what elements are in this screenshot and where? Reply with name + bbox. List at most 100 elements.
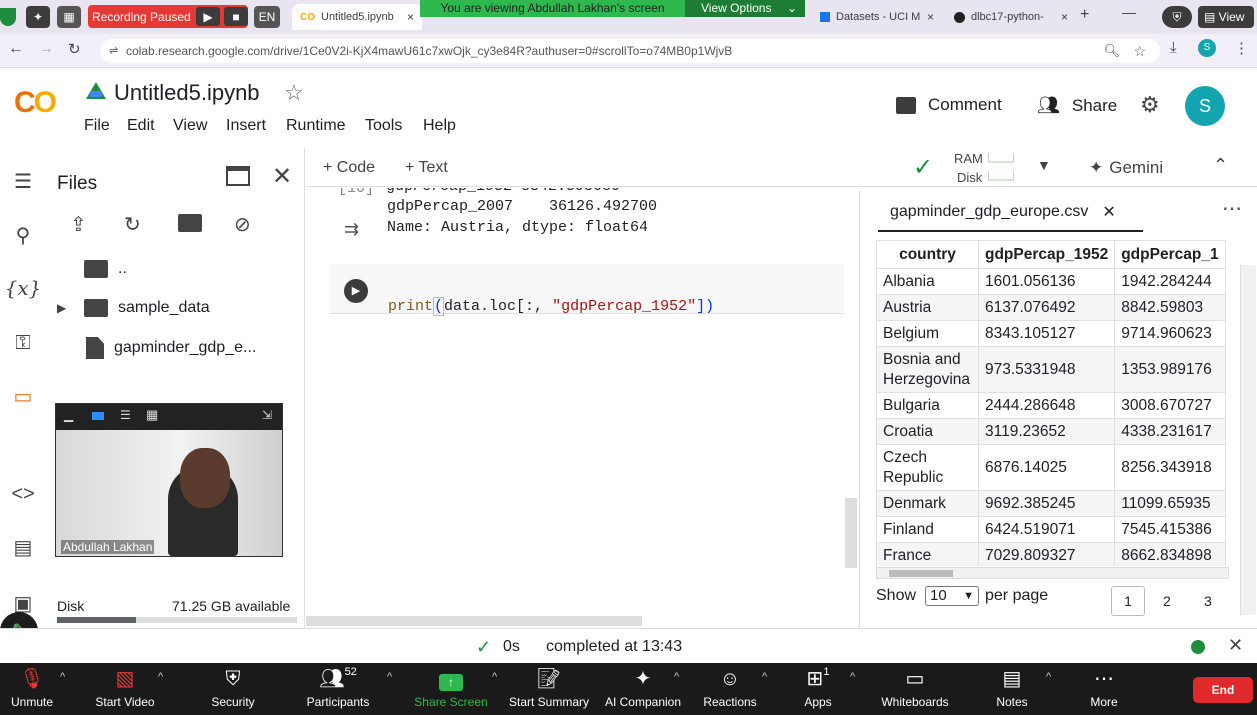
table-row[interactable]: Bulgaria 2444.286648 3008.670727 <box>876 392 1226 419</box>
minimize-icon[interactable]: ▁ <box>64 408 73 422</box>
per-page-select[interactable]: 10 ▼ <box>925 586 979 606</box>
end-meeting-button[interactable]: End <box>1193 677 1253 703</box>
notebook-horizontal-scrollbar[interactable] <box>306 616 642 626</box>
csv-tab[interactable]: gapminder_gdp_europe.csv ✕ <box>890 202 1116 222</box>
view-button[interactable]: ▤ View <box>1198 6 1254 28</box>
share-screen-button[interactable]: ↑ Share Screen <box>414 663 488 715</box>
add-text-button[interactable]: + Text <box>405 159 448 177</box>
table-row[interactable]: Albania 1601.056136 1942.284244 <box>876 268 1226 295</box>
run-cell-button[interactable]: ▶ <box>344 279 368 303</box>
tab-datasets[interactable]: Datasets - UCI M × <box>812 4 942 30</box>
colab-logo[interactable]: CO <box>14 86 57 120</box>
close-icon[interactable]: × <box>407 10 414 24</box>
tab-github[interactable]: dlbc17-python- × <box>946 4 1076 30</box>
chevron-up-icon[interactable]: ^ <box>158 671 163 683</box>
table-row[interactable]: Finland 6424.519071 7545.415386 <box>876 516 1226 543</box>
menu-insert[interactable]: Insert <box>226 117 266 135</box>
table-row[interactable]: Belgium 8343.105127 9714.960623 <box>876 320 1226 347</box>
speaker-view-icon[interactable] <box>92 412 104 420</box>
settings-gear-icon[interactable]: ⚙ <box>1140 92 1160 118</box>
strip-view-icon[interactable]: ☰ <box>120 408 131 422</box>
command-palette-icon[interactable]: ▤ <box>10 534 36 560</box>
chevron-up-icon[interactable]: ^ <box>60 671 65 683</box>
minimize-icon[interactable]: — <box>1122 4 1136 20</box>
reactions-button[interactable]: ☺ Reactions <box>700 663 760 715</box>
column-header[interactable]: gdpPercap_1952 <box>977 240 1116 269</box>
open-in-tab-icon[interactable] <box>226 166 250 186</box>
apps-button[interactable]: ⊞1 Apps <box>800 663 836 715</box>
stop-icon[interactable]: ■ <box>224 7 248 26</box>
csv-panel-scrollbar[interactable] <box>1240 265 1256 615</box>
table-row[interactable]: Czech Republic 6876.14025 8256.343918 <box>876 444 1226 491</box>
table-of-contents-icon[interactable]: ☰ <box>10 168 36 194</box>
new-tab-icon[interactable]: + <box>1080 6 1089 24</box>
close-icon[interactable]: ✕ <box>272 162 292 191</box>
menu-view[interactable]: View <box>173 117 207 135</box>
search-icon[interactable]: ⚲ <box>10 222 36 248</box>
reload-icon[interactable]: ↻ <box>68 40 81 58</box>
start-video-button[interactable]: ▧ Start Video <box>92 663 158 715</box>
mount-drive-icon[interactable] <box>178 214 202 232</box>
table-row[interactable]: Austria 6137.076492 8842.59803 <box>876 294 1226 321</box>
gemini-button[interactable]: ✦ Gemini <box>1089 158 1163 178</box>
code-cell[interactable]: ▶ print(data.loc[:, "gdpPercap_1952"]) <box>330 264 844 316</box>
menu-tools[interactable]: Tools <box>365 117 402 135</box>
add-code-button[interactable]: + Code <box>323 159 375 177</box>
column-header[interactable]: country <box>876 240 979 269</box>
more-options-icon[interactable]: ⋯ <box>1222 196 1242 221</box>
page-button-2[interactable]: 2 <box>1163 593 1171 609</box>
refresh-icon[interactable]: ↻ <box>124 212 141 237</box>
output-actions-icon[interactable]: ⇉ <box>344 219 359 240</box>
star-icon[interactable]: ☆ <box>284 80 304 106</box>
forward-icon[interactable]: → <box>38 40 54 58</box>
menu-runtime[interactable]: Runtime <box>286 117 346 135</box>
security-button[interactable]: ⛨ Security <box>208 663 258 715</box>
participants-button[interactable]: 👥︎52 Participants <box>302 663 374 715</box>
browser-menu-icon[interactable]: ⋮ <box>1234 39 1249 57</box>
language-button[interactable]: EN <box>254 6 280 28</box>
close-icon[interactable]: × <box>1061 10 1068 24</box>
menu-help[interactable]: Help <box>423 117 456 135</box>
more-button[interactable]: ⋯ More <box>1086 663 1122 715</box>
table-scrollbar-track[interactable] <box>876 567 1229 579</box>
chevron-up-icon[interactable]: ^ <box>387 671 392 683</box>
notebook-title[interactable]: Untitled5.ipynb <box>114 80 260 106</box>
files-folder-icon[interactable]: ▭ <box>10 383 36 409</box>
variables-icon[interactable]: {x} <box>5 275 42 301</box>
chevron-up-icon[interactable]: ^ <box>674 671 679 683</box>
table-row[interactable]: Denmark 9692.385245 11099.65935 <box>876 490 1226 517</box>
upload-file-icon[interactable]: ⇪ <box>70 212 87 237</box>
user-avatar[interactable]: S <box>1185 86 1225 126</box>
comment-button[interactable]: Comment <box>896 95 1002 115</box>
zoom-magnifier-icon[interactable]: 🔍︎ <box>1103 39 1120 63</box>
unmute-button[interactable]: 🎙︎ Unmute <box>8 663 56 715</box>
close-icon[interactable]: ✕ <box>1228 635 1243 656</box>
zoom-sparkle-button[interactable]: ✦ <box>26 6 50 28</box>
exit-fullscreen-icon[interactable]: ⇲ <box>262 408 272 422</box>
start-summary-button[interactable]: 📝︎ Start Summary <box>506 663 592 715</box>
video-tile[interactable]: ▁ ☰ ▦ ⇲ Abdullah Lakhan <box>55 403 283 557</box>
menu-edit[interactable]: Edit <box>127 117 155 135</box>
chevron-up-icon[interactable]: ^ <box>492 671 497 683</box>
chevron-up-icon[interactable]: ^ <box>850 671 855 683</box>
table-row[interactable]: Bosnia and Herzegovina 973.5331948 1353.98… <box>876 346 1226 393</box>
hide-files-icon[interactable]: ⊘ <box>234 212 251 237</box>
collapse-header-icon[interactable]: ⌃ <box>1213 155 1228 176</box>
zoom-grid-button[interactable]: ▦ <box>57 6 81 28</box>
whiteboards-button[interactable]: ▭ Whiteboards <box>876 663 954 715</box>
page-button-1[interactable]: 1 <box>1111 586 1145 616</box>
back-icon[interactable]: ← <box>8 40 24 58</box>
browser-profile-avatar[interactable]: S <box>1198 39 1216 57</box>
play-icon[interactable]: ▶ <box>196 7 220 26</box>
chevron-up-icon[interactable]: ^ <box>1046 671 1051 683</box>
runtime-dropdown-icon[interactable]: ▼ <box>1037 157 1051 173</box>
notebook-scrollbar[interactable] <box>845 498 857 568</box>
chevron-up-icon[interactable]: ^ <box>762 671 767 683</box>
file-row-gapminder[interactable]: gapminder_gdp_e... <box>86 337 256 359</box>
download-icon[interactable]: ⤓ <box>1170 39 1177 56</box>
column-header[interactable]: gdpPercap_1 <box>1114 240 1226 269</box>
tab-untitled5[interactable]: CO Untitled5.ipynb × <box>292 4 422 30</box>
file-row-parent[interactable]: .. <box>84 260 127 278</box>
notes-button[interactable]: ▤ Notes <box>992 663 1032 715</box>
bookmark-star-icon[interactable]: ☆ <box>1133 39 1146 63</box>
